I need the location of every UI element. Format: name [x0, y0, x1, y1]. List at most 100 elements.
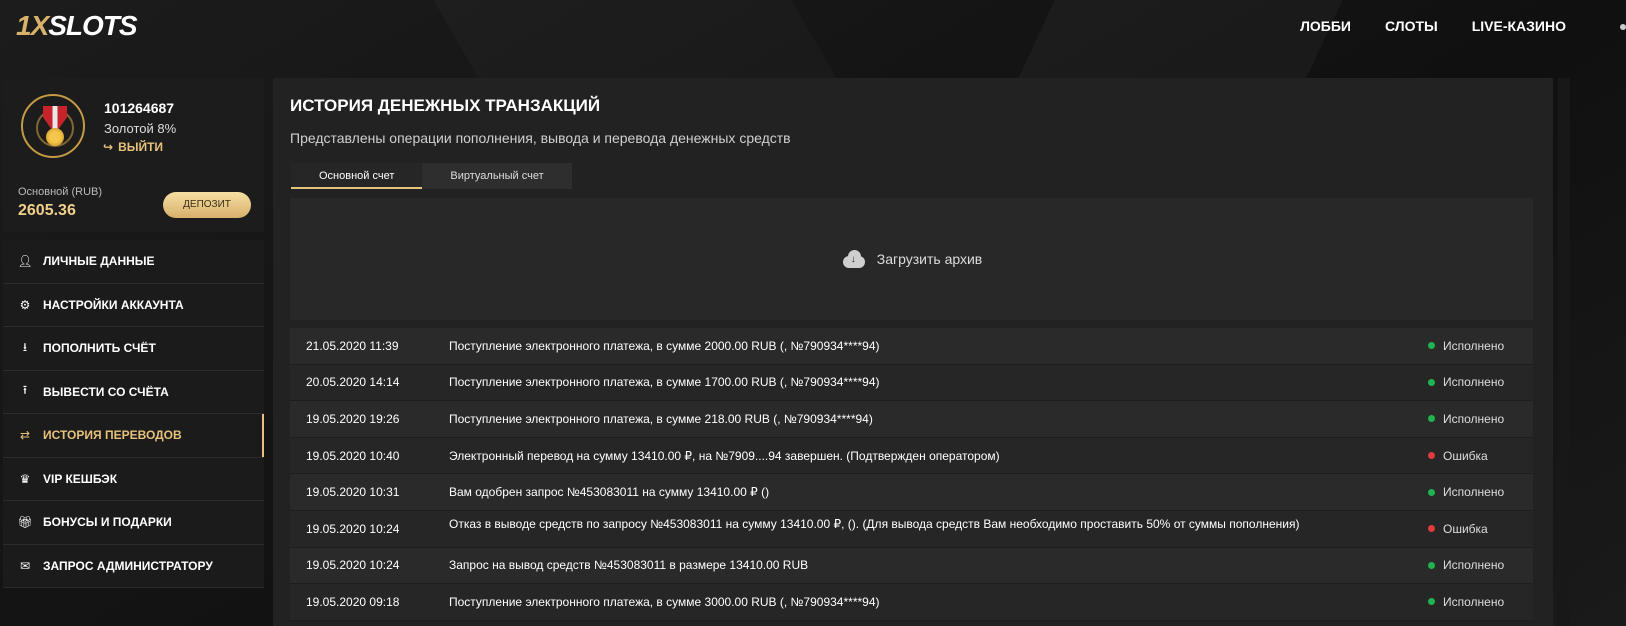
nav-more-icon[interactable]: [1618, 20, 1626, 34]
logout-link[interactable]: ↪ ВЫЙТИ: [103, 140, 163, 154]
status-text: Исполнено: [1443, 594, 1505, 609]
gears-icon: ⚙︎: [19, 297, 31, 312]
page-subtitle: Представлены операции пополнения, вывода…: [290, 130, 791, 146]
logo[interactable]: 1XSLOTS: [16, 10, 138, 42]
status-badge: Исполнено: [1428, 412, 1504, 426]
tx-description: Вам одобрен запрос №453083011 на сумму 1…: [449, 485, 770, 500]
nav-item-slots[interactable]: СЛОТЫ: [1385, 18, 1438, 34]
status-badge: Ошибка: [1428, 449, 1488, 463]
upload-archive-label: Загрузить архив: [876, 251, 983, 267]
table-row: 20.05.2020 14:14 Поступление электронного…: [290, 364, 1533, 402]
tx-date: 19.05.2020 10:24: [306, 558, 400, 573]
status-badge: Ошибка: [1428, 522, 1488, 536]
status-text: Исполнено: [1443, 375, 1505, 390]
nav-item-live-casino[interactable]: LIVE-КАЗИНО: [1472, 18, 1566, 34]
status-badge: Исполнено: [1428, 485, 1504, 499]
account-menu: 👤︎ ЛИЧНЫЕ ДАННЫЕ ⚙︎ НАСТРОЙКИ АККАУНТА ⭳…: [3, 240, 264, 588]
scrollbar[interactable]: [1558, 78, 1570, 626]
status-text: Исполнено: [1443, 338, 1505, 353]
tab-main-account[interactable]: Основной счет: [291, 163, 423, 189]
tx-date: 19.05.2020 19:26: [306, 411, 400, 426]
menu-item-personal-data[interactable]: 👤︎ ЛИЧНЫЕ ДАННЫЕ: [3, 240, 264, 284]
main-nav: ЛОББИ СЛОТЫ LIVE-КАЗИНО: [1300, 18, 1566, 34]
status-badge: Исполнено: [1428, 339, 1504, 353]
status-badge: Исполнено: [1428, 375, 1504, 389]
user-plus-icon: 👤︎: [17, 254, 33, 269]
download-icon: ⭳: [22, 339, 28, 354]
cloud-arrow: ↓: [850, 254, 856, 265]
status-badge: Исполнено: [1428, 595, 1504, 609]
tx-date: 19.05.2020 10:40: [306, 448, 400, 463]
table-row: 19.05.2020 19:26 Поступление электронного…: [290, 401, 1533, 438]
tx-date: 19.05.2020 09:18: [306, 594, 400, 609]
user-level: Золотой 8%: [104, 121, 177, 136]
mail-icon: ✉︎: [19, 558, 31, 573]
exchange-icon: ⇄: [19, 428, 31, 443]
tab-virtual-account[interactable]: Виртуальный счет: [422, 163, 572, 189]
balance-value: 2605.36: [18, 202, 76, 219]
cloud-download-icon: ↓: [841, 250, 867, 268]
medal-coin: [46, 128, 64, 146]
menu-item-label: ВЫВЕСТИ СО СЧЁТА: [43, 384, 169, 399]
nav-item-lobby[interactable]: ЛОББИ: [1300, 18, 1351, 34]
user-id: 101264687: [104, 100, 175, 116]
status-text: Исполнено: [1443, 411, 1505, 426]
table-row: 21.05.2020 11:39 Поступление электронного…: [290, 328, 1533, 365]
tx-description: Поступление электронного платежа, в сумм…: [449, 411, 873, 426]
menu-item-label: БОНУСЫ И ПОДАРКИ: [43, 515, 172, 530]
status-dot-icon: [1428, 415, 1435, 423]
tx-description: Поступление электронного платежа, в сумм…: [449, 594, 880, 609]
status-dot-icon: [1428, 488, 1435, 496]
status-text: Исполнено: [1443, 485, 1505, 500]
deposit-button[interactable]: ДЕПОЗИТ: [163, 192, 251, 218]
menu-item-label: ПОПОЛНИТЬ СЧЁТ: [43, 341, 156, 356]
transactions-table: 21.05.2020 11:39 Поступление электронного…: [290, 328, 1533, 621]
tx-date: 21.05.2020 11:39: [306, 338, 399, 353]
table-row: 19.05.2020 10:31 Вам одобрен запрос №4530…: [290, 474, 1533, 511]
status-text: Исполнено: [1443, 558, 1505, 573]
sidebar: 101264687 Золотой 8% ↪ ВЫЙТИ Основной (R…: [3, 78, 264, 588]
status-dot-icon: [1428, 561, 1435, 569]
tx-date: 20.05.2020 14:14: [306, 375, 400, 390]
menu-item-label: VIP КЕШБЭК: [43, 471, 118, 486]
status-badge: Исполнено: [1428, 558, 1504, 572]
status-dot-icon: [1428, 378, 1435, 386]
tx-description: Отказ в выводе средств по запросу №45308…: [449, 516, 1300, 531]
page-title: ИСТОРИЯ ДЕНЕЖНЫХ ТРАНЗАКЦИЙ: [290, 96, 601, 115]
logout-label: ВЫЙТИ: [118, 140, 164, 154]
status-dot-icon: [1428, 525, 1435, 533]
table-row: 19.05.2020 10:24 Отказ в выводе средств п…: [290, 510, 1533, 548]
tx-description: Запрос на вывод средств №453083011 в раз…: [449, 558, 809, 573]
menu-item-label: НАСТРОЙКИ АККАУНТА: [43, 297, 184, 312]
menu-item-withdraw[interactable]: ⭱ ВЫВЕСТИ СО СЧЁТА: [3, 370, 264, 414]
table-row: 19.05.2020 10:24 Запрос на вывод средств …: [290, 547, 1533, 585]
status-dot-icon: [1428, 598, 1435, 606]
tx-date: 19.05.2020 10:31: [306, 485, 400, 500]
account-tabs: Основной счет Виртуальный счет: [291, 163, 572, 189]
menu-item-admin-request[interactable]: ✉︎ ЗАПРОС АДМИНИСТРАТОРУ: [3, 544, 264, 588]
menu-item-label: ЛИЧНЫЕ ДАННЫЕ: [43, 254, 155, 269]
menu-item-bonuses[interactable]: 🎁︎ БОНУСЫ И ПОДАРКИ: [3, 501, 264, 545]
menu-item-label: ИСТОРИЯ ПЕРЕВОДОВ: [43, 428, 182, 443]
table-row: 19.05.2020 09:18 Поступление электронного…: [290, 584, 1533, 621]
menu-item-transfer-history[interactable]: ⇄ ИСТОРИЯ ПЕРЕВОДОВ: [3, 414, 264, 458]
status-text: Ошибка: [1443, 521, 1488, 536]
gift-icon: 🎁︎: [17, 515, 33, 530]
profile-card: 101264687 Золотой 8% ↪ ВЫЙТИ Основной (R…: [3, 78, 264, 232]
status-dot-icon: [1428, 452, 1435, 460]
status-text: Ошибка: [1443, 448, 1488, 463]
tx-description: Поступление электронного платежа, в сумм…: [449, 338, 880, 353]
top-bar: 1XSLOTS ЛОББИ СЛОТЫ LIVE-КАЗИНО: [0, 0, 1626, 70]
menu-item-vip-cashback[interactable]: ♛ VIP КЕШБЭК: [3, 457, 264, 501]
upload-icon: ⭱: [22, 383, 28, 398]
tx-date: 19.05.2020 10:24: [306, 521, 400, 536]
menu-item-deposit[interactable]: ⭳ ПОПОЛНИТЬ СЧЁТ: [3, 327, 264, 371]
menu-item-label: ЗАПРОС АДМИНИСТРАТОРУ: [43, 558, 213, 573]
table-row: 19.05.2020 10:40 Электронный перевод на с…: [290, 437, 1533, 475]
main-content: ИСТОРИЯ ДЕНЕЖНЫХ ТРАНЗАКЦИЙ Представлены…: [273, 78, 1553, 626]
logout-icon: ↪: [103, 140, 114, 154]
crown-icon: ♛: [19, 471, 31, 486]
tx-description: Электронный перевод на сумму 13410.00 ₽,…: [449, 448, 1000, 463]
menu-item-account-settings[interactable]: ⚙︎ НАСТРОЙКИ АККАУНТА: [3, 283, 264, 327]
upload-archive-button[interactable]: ↓ Загрузить архив: [290, 198, 1533, 320]
